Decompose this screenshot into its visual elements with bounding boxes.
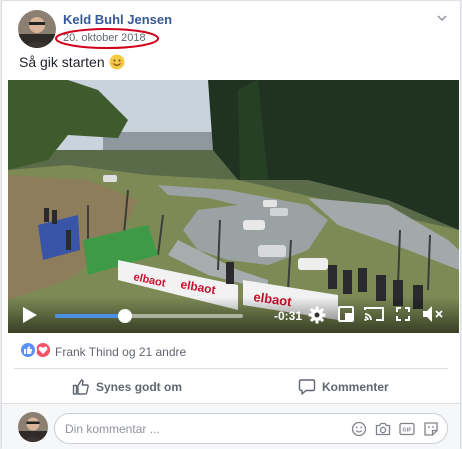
- post-text-body: Så gik starten: [19, 54, 105, 70]
- video-progress-fill: [55, 314, 125, 318]
- smiling-face-emoji-icon: [109, 54, 125, 73]
- comment-button[interactable]: Kommenter: [298, 376, 389, 398]
- video-progress-bar[interactable]: [55, 309, 243, 323]
- reactions-divider: [14, 368, 448, 369]
- like-button-label: Synes godt om: [96, 380, 183, 394]
- author-avatar[interactable]: [18, 10, 56, 48]
- camera-icon[interactable]: [375, 421, 391, 437]
- speech-bubble-icon: [298, 379, 316, 395]
- video-controls: -0:31: [8, 297, 459, 333]
- video-progress-handle[interactable]: [117, 309, 132, 323]
- thumbs-up-icon: [72, 379, 89, 395]
- author-name[interactable]: Keld Buhl Jensen: [63, 12, 172, 27]
- cast-icon[interactable]: [364, 306, 384, 322]
- play-icon[interactable]: [22, 306, 38, 324]
- race-track-scene: elbaot elbaot elbaot: [8, 80, 459, 333]
- chevron-down-icon[interactable]: [436, 12, 448, 24]
- sticker-icon[interactable]: [423, 421, 439, 437]
- settings-gear-icon[interactable]: [308, 306, 326, 324]
- like-reaction-icon: [19, 341, 37, 359]
- post-text: Så gik starten: [19, 54, 125, 73]
- emoji-icon[interactable]: [351, 421, 367, 437]
- video-player[interactable]: elbaot elbaot elbaot: [8, 80, 459, 333]
- volume-muted-icon[interactable]: [422, 305, 444, 323]
- comment-placeholder: Din kommentar ...: [65, 422, 160, 436]
- reaction-summary[interactable]: Frank Thind og 21 andre: [55, 345, 186, 359]
- comment-composer: Din kommentar ... GIF: [2, 403, 460, 449]
- gif-icon[interactable]: GIF: [399, 421, 415, 437]
- pip-icon[interactable]: [338, 306, 354, 322]
- comment-input[interactable]: Din kommentar ... GIF: [54, 413, 448, 444]
- post-card: Keld Buhl Jensen 20. oktober 2018 Så gik…: [1, 0, 461, 449]
- comment-tools: GIF: [351, 421, 439, 437]
- like-button[interactable]: Synes godt om: [72, 376, 182, 398]
- comment-button-label: Kommenter: [322, 380, 389, 394]
- commenter-avatar[interactable]: [18, 412, 48, 442]
- svg-text:GIF: GIF: [402, 428, 412, 434]
- video-time-remaining: -0:31: [274, 309, 303, 323]
- date-highlight-circle: [55, 28, 159, 49]
- fullscreen-icon[interactable]: [395, 306, 411, 322]
